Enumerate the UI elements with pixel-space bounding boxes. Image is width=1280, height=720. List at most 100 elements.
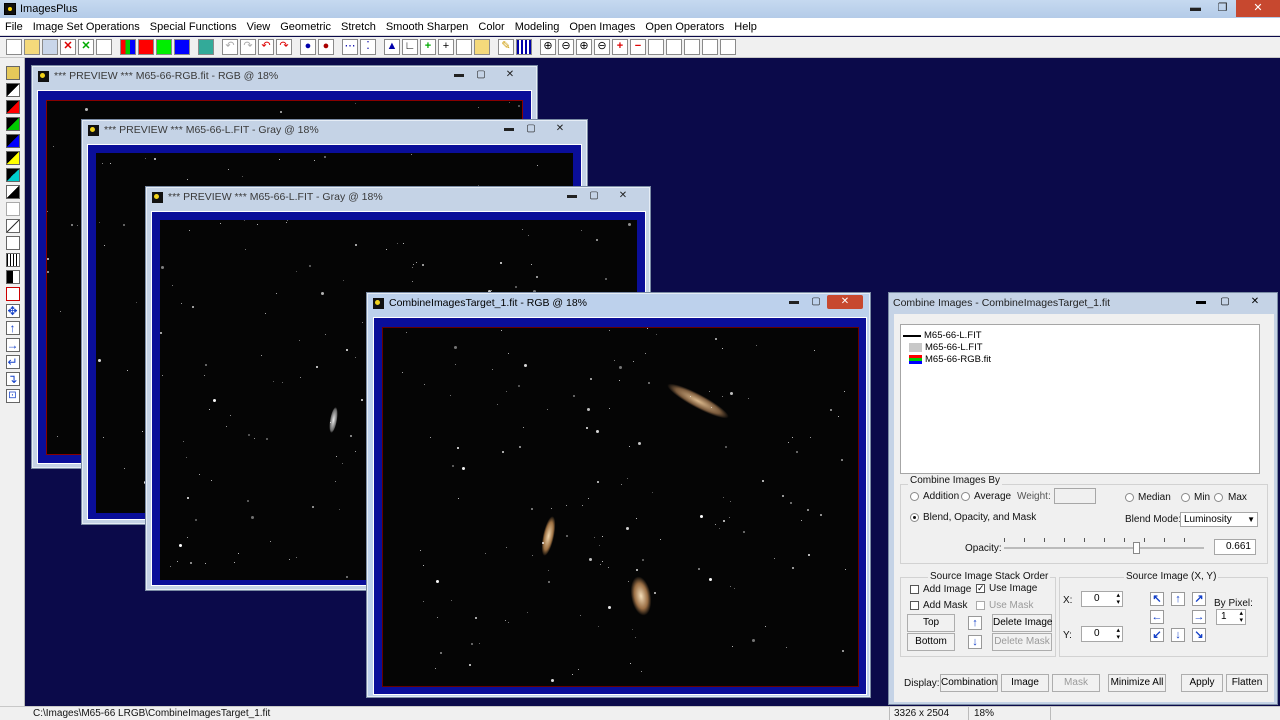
spinner-icon[interactable]: ▴ ▾ bbox=[1116, 627, 1120, 641]
blend-mode-select[interactable]: Luminosity ▼ bbox=[1180, 512, 1258, 527]
menu-image-set-operations[interactable]: Image Set Operations bbox=[28, 21, 145, 33]
zoom-in-icon[interactable]: ⊕ bbox=[540, 39, 556, 55]
rotate-right-icon[interactable]: ↴ bbox=[5, 372, 20, 386]
rotate-icon[interactable] bbox=[5, 202, 20, 216]
yellow-balance-icon[interactable] bbox=[5, 151, 20, 165]
list-item[interactable]: M65-66-L.FIT bbox=[903, 329, 982, 341]
arrow-down-right-icon[interactable]: ↘ bbox=[1192, 628, 1206, 642]
close-button[interactable]: ✕ bbox=[605, 189, 641, 203]
delete-image-button[interactable]: Delete Image bbox=[992, 614, 1052, 632]
grid-icon[interactable] bbox=[456, 39, 472, 55]
maximize-button[interactable]: ▢ bbox=[805, 295, 827, 309]
arrow-up-icon[interactable]: ↑ bbox=[1171, 592, 1185, 606]
image-button[interactable]: Image bbox=[1001, 674, 1049, 692]
add-mask-checkbox[interactable] bbox=[910, 601, 919, 610]
opacity-value[interactable]: 0.661 bbox=[1214, 539, 1256, 555]
split-view-icon[interactable] bbox=[5, 270, 20, 284]
list-item[interactable]: M65-66-L.FIT bbox=[903, 341, 983, 353]
zoom-actual-icon[interactable]: ⊖ bbox=[594, 39, 610, 55]
minimize-button[interactable]: ▬ bbox=[561, 189, 583, 203]
circle-select-icon[interactable]: ● bbox=[318, 39, 334, 55]
window-frame-1-icon[interactable] bbox=[648, 39, 664, 55]
maximize-button[interactable]: ▢ bbox=[520, 122, 542, 136]
arrow-left-icon[interactable]: ← bbox=[1150, 610, 1164, 624]
minimize-button[interactable]: ▬ bbox=[448, 68, 470, 82]
window-frame-4-icon[interactable] bbox=[702, 39, 718, 55]
median-radio[interactable] bbox=[1125, 493, 1134, 502]
spinner-icon[interactable]: ▴ ▾ bbox=[1116, 592, 1120, 606]
menu-open-images[interactable]: Open Images bbox=[564, 21, 640, 33]
open-folder-icon[interactable] bbox=[24, 39, 40, 55]
undo-disabled-icon[interactable]: ↶ bbox=[222, 39, 238, 55]
use-mask-checkbox[interactable] bbox=[976, 601, 985, 610]
red-square-icon[interactable] bbox=[5, 287, 20, 301]
menu-file[interactable]: File bbox=[0, 21, 28, 33]
undo-icon[interactable]: ↶ bbox=[258, 39, 274, 55]
move-icon[interactable]: ✥ bbox=[5, 304, 20, 318]
app-maximize-button[interactable]: ❐ bbox=[1209, 0, 1236, 17]
menu-help[interactable]: Help bbox=[729, 21, 762, 33]
combination-button[interactable]: Combination bbox=[940, 674, 998, 692]
list-item[interactable]: M65-66-RGB.fit bbox=[903, 353, 991, 365]
maximize-button[interactable]: ▢ bbox=[1213, 295, 1237, 309]
line-icon[interactable]: ⋯ bbox=[342, 39, 358, 55]
crop-icon[interactable]: ⁚ bbox=[360, 39, 376, 55]
arrow-right-icon[interactable]: → bbox=[1192, 610, 1206, 624]
green-channel-icon[interactable] bbox=[156, 39, 172, 55]
top-button[interactable]: Top bbox=[907, 614, 955, 632]
rgb-channels-icon[interactable] bbox=[120, 39, 136, 55]
menu-stretch[interactable]: Stretch bbox=[336, 21, 381, 33]
opacity-slider[interactable] bbox=[1004, 536, 1204, 556]
close-button[interactable]: ✕ bbox=[542, 122, 578, 136]
menu-color[interactable]: Color bbox=[473, 21, 509, 33]
zoom-fit-icon[interactable]: ⊕ bbox=[576, 39, 592, 55]
close-button[interactable]: ✕ bbox=[1237, 295, 1273, 309]
target-window[interactable]: CombineImagesTarget_1.fit - RGB @ 18% ▬ … bbox=[366, 292, 871, 698]
rotate-left-icon[interactable]: ↵ bbox=[5, 355, 20, 369]
maximize-button[interactable]: ▢ bbox=[470, 68, 492, 82]
white-point-icon[interactable] bbox=[5, 185, 20, 199]
apply-button[interactable]: Apply bbox=[1181, 674, 1223, 692]
axes-icon[interactable]: ∟ bbox=[402, 39, 418, 55]
arrow-down-left-icon[interactable]: ↙ bbox=[1150, 628, 1164, 642]
use-image-checkbox[interactable]: ✓ bbox=[976, 584, 985, 593]
redo-disabled-icon[interactable]: ↷ bbox=[240, 39, 256, 55]
window-frame-3-icon[interactable] bbox=[684, 39, 700, 55]
move-up-icon[interactable]: ↑ bbox=[968, 616, 982, 630]
green-balance-icon[interactable] bbox=[5, 117, 20, 131]
pencil-icon[interactable]: ✎ bbox=[498, 39, 514, 55]
red-channel-icon[interactable] bbox=[138, 39, 154, 55]
close-button[interactable]: ✕ bbox=[827, 295, 863, 309]
redo-icon[interactable]: ↷ bbox=[276, 39, 292, 55]
crosshair-icon[interactable]: + bbox=[438, 39, 454, 55]
copy-icon[interactable] bbox=[96, 39, 112, 55]
cyan-balance-icon[interactable] bbox=[5, 168, 20, 182]
app-minimize-button[interactable]: ▬ bbox=[1182, 0, 1209, 17]
app-close-button[interactable]: ✕ bbox=[1236, 0, 1280, 17]
average-radio[interactable] bbox=[961, 492, 970, 501]
black-point-icon[interactable] bbox=[5, 83, 20, 97]
window-frame-5-icon[interactable] bbox=[720, 39, 736, 55]
table-icon[interactable] bbox=[516, 39, 532, 55]
slider-thumb[interactable] bbox=[1133, 542, 1141, 554]
crosshair-green-icon[interactable]: + bbox=[420, 39, 436, 55]
close-button[interactable]: ✕ bbox=[492, 68, 528, 82]
minimize-button[interactable]: ▬ bbox=[783, 295, 805, 309]
arrow-up-right-icon[interactable]: ↗ bbox=[1192, 592, 1206, 606]
arrow-up-icon[interactable]: ↑ bbox=[5, 321, 20, 335]
blue-balance-icon[interactable] bbox=[5, 134, 20, 148]
gradient-icon[interactable] bbox=[5, 219, 20, 233]
save-tool-icon[interactable] bbox=[5, 66, 20, 80]
close-all-icon[interactable]: ✕ bbox=[78, 39, 94, 55]
arrow-up-left-icon[interactable]: ↖ bbox=[1150, 592, 1164, 606]
window-frame-2-icon[interactable] bbox=[666, 39, 682, 55]
flatten-button[interactable]: Flatten bbox=[1226, 674, 1268, 692]
minimize-button[interactable]: ▬ bbox=[498, 122, 520, 136]
arrow-right-icon[interactable]: → bbox=[5, 338, 20, 352]
move-down-icon[interactable]: ↓ bbox=[968, 635, 982, 649]
spinner-icon[interactable]: ▴ ▾ bbox=[1239, 610, 1243, 624]
y-input[interactable]: 0 ▴ ▾ bbox=[1081, 626, 1123, 642]
bottom-button[interactable]: Bottom bbox=[907, 633, 955, 651]
addition-radio[interactable] bbox=[910, 492, 919, 501]
menu-special-functions[interactable]: Special Functions bbox=[145, 21, 242, 33]
